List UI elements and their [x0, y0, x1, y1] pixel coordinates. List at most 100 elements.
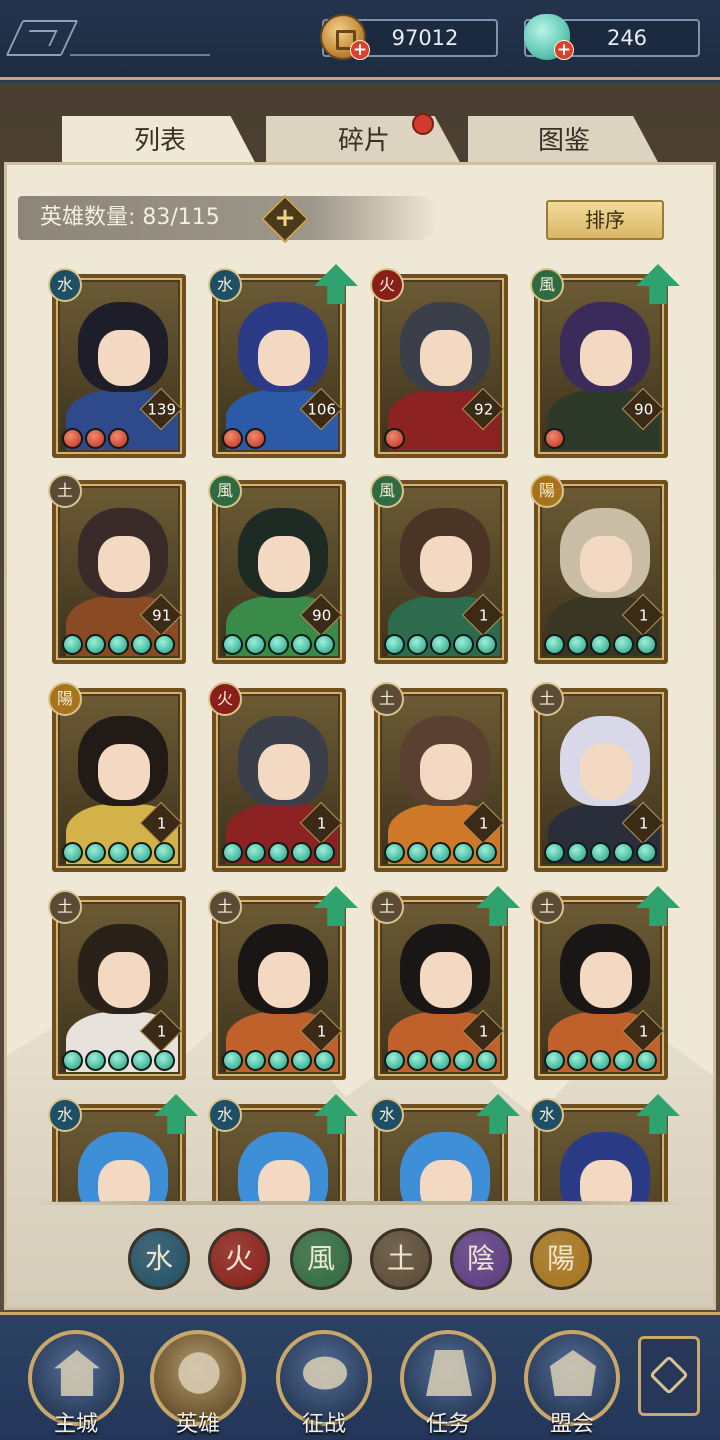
add-coins-button[interactable]: +	[350, 40, 370, 60]
star-orb-icon	[222, 1050, 243, 1071]
star-orb-icon	[62, 634, 83, 655]
hero-card[interactable]: 陽1	[530, 474, 668, 664]
hero-face	[98, 952, 150, 1008]
more-menu-button[interactable]	[638, 1336, 700, 1416]
element-filter-button[interactable]: 水	[128, 1228, 190, 1290]
star-orb-icon	[131, 634, 152, 655]
element-badge: 土	[48, 474, 82, 508]
star-orb-icon	[108, 634, 129, 655]
star-orb-icon	[85, 842, 106, 863]
star-orb-icon	[636, 634, 657, 655]
hero-level: 92	[474, 400, 494, 419]
nav-label: 任务	[425, 1412, 470, 1437]
hero-card[interactable]: 土1	[48, 890, 186, 1080]
element-badge: 土	[530, 890, 564, 924]
scroll-quest-icon	[426, 1350, 472, 1396]
grid-divider	[28, 1201, 692, 1205]
hero-face	[580, 744, 632, 800]
star-orbs	[222, 634, 335, 656]
hero-card[interactable]: 土1	[370, 886, 520, 1080]
star-orb-icon	[131, 1050, 152, 1071]
hero-card[interactable]: 火 92	[370, 268, 508, 458]
hero-level: 1	[316, 1022, 327, 1041]
nav-label: 盟会	[549, 1412, 594, 1437]
element-filter-button[interactable]: 火	[208, 1228, 270, 1290]
element-filter-button[interactable]: 土	[370, 1228, 432, 1290]
hero-grid: 水 139 水 106 火 92 風 90 土 91 風 90 風 1 陽 1 陽 1 火 1 土 1 土 1 土 1 土 1 土 1 土 1…	[40, 262, 690, 1202]
coin-amount: 97012	[391, 26, 459, 50]
star-orb-icon	[154, 1050, 175, 1071]
tab-list[interactable]: 列表	[62, 116, 258, 168]
hero-face	[420, 536, 472, 592]
star-orb-icon	[108, 1050, 129, 1071]
hero-face	[420, 952, 472, 1008]
hero-level: 90	[634, 400, 654, 419]
hero-card[interactable]: 土1	[530, 886, 680, 1080]
hero-card[interactable]: 陽1	[48, 682, 186, 872]
hero-level: 1	[316, 814, 327, 833]
hero-card[interactable]: 水 139	[48, 268, 186, 458]
hero-card[interactable]: 水	[530, 1094, 680, 1202]
sort-button[interactable]: 排序	[546, 200, 664, 240]
element-filter-button[interactable]: 風	[290, 1228, 352, 1290]
star-orb-icon	[590, 1050, 611, 1071]
star-orb-icon	[222, 428, 243, 449]
hero-level: 139	[147, 400, 177, 419]
star-orb-icon	[476, 842, 497, 863]
tab-fragments-label: 碎片	[337, 126, 390, 156]
hero-level: 1	[156, 814, 167, 833]
hero-card[interactable]: 水	[208, 1094, 358, 1202]
star-orb-icon	[85, 1050, 106, 1071]
tab-codex[interactable]: 图鉴	[468, 116, 660, 166]
hero-card[interactable]: 風 90	[530, 264, 680, 458]
star-orb-icon	[85, 428, 106, 449]
jade-amount: 246	[606, 26, 648, 50]
nav-label: 主城	[53, 1412, 98, 1437]
star-orb-icon	[567, 1050, 588, 1071]
hero-level: 1	[478, 814, 489, 833]
hero-face	[420, 1160, 472, 1202]
star-orb-icon	[613, 1050, 634, 1071]
hero-card[interactable]: 風1	[370, 474, 508, 664]
element-filter-button[interactable]: 陰	[450, 1228, 512, 1290]
menu-pattern-icon[interactable]	[5, 20, 79, 56]
hero-card[interactable]: 火1	[208, 682, 346, 872]
hero-level: 1	[156, 1022, 167, 1041]
element-badge: 土	[48, 890, 82, 924]
star-orbs	[384, 428, 405, 450]
star-orb-icon	[590, 842, 611, 863]
hero-level: 1	[478, 606, 489, 625]
star-orb-icon	[384, 842, 405, 863]
star-orb-icon	[268, 1050, 289, 1071]
star-orb-icon	[62, 842, 83, 863]
hero-count-banner: 英雄数量: 83/115	[18, 196, 438, 240]
element-badge: 水	[48, 1098, 82, 1132]
add-jade-button[interactable]: +	[554, 40, 574, 60]
element-badge: 火	[370, 268, 404, 302]
star-orbs	[384, 634, 497, 656]
star-orb-icon	[314, 1050, 335, 1071]
star-orb-icon	[291, 634, 312, 655]
element-filter-button[interactable]: 陽	[530, 1228, 592, 1290]
top-bar: 97012 + 246 +	[0, 0, 720, 80]
star-orb-icon	[544, 1050, 565, 1071]
star-orb-icon	[430, 1050, 451, 1071]
hero-level: 1	[478, 1022, 489, 1041]
star-orb-icon	[476, 634, 497, 655]
star-orb-icon	[154, 634, 175, 655]
hero-card[interactable]: 水	[370, 1094, 520, 1202]
element-badge: 水	[530, 1098, 564, 1132]
star-orb-icon	[613, 842, 634, 863]
element-badge: 水	[208, 1098, 242, 1132]
star-orbs	[544, 1050, 657, 1072]
star-orb-icon	[453, 1050, 474, 1071]
hero-card[interactable]: 土 91	[48, 474, 186, 664]
hero-card[interactable]: 水	[48, 1094, 198, 1202]
hero-card[interactable]: 土1	[208, 886, 358, 1080]
hero-card[interactable]: 土1	[370, 682, 508, 872]
hero-card[interactable]: 土1	[530, 682, 668, 872]
hero-card[interactable]: 風 90	[208, 474, 346, 664]
hero-card[interactable]: 水 106	[208, 264, 358, 458]
star-orb-icon	[430, 634, 451, 655]
star-orb-icon	[384, 1050, 405, 1071]
